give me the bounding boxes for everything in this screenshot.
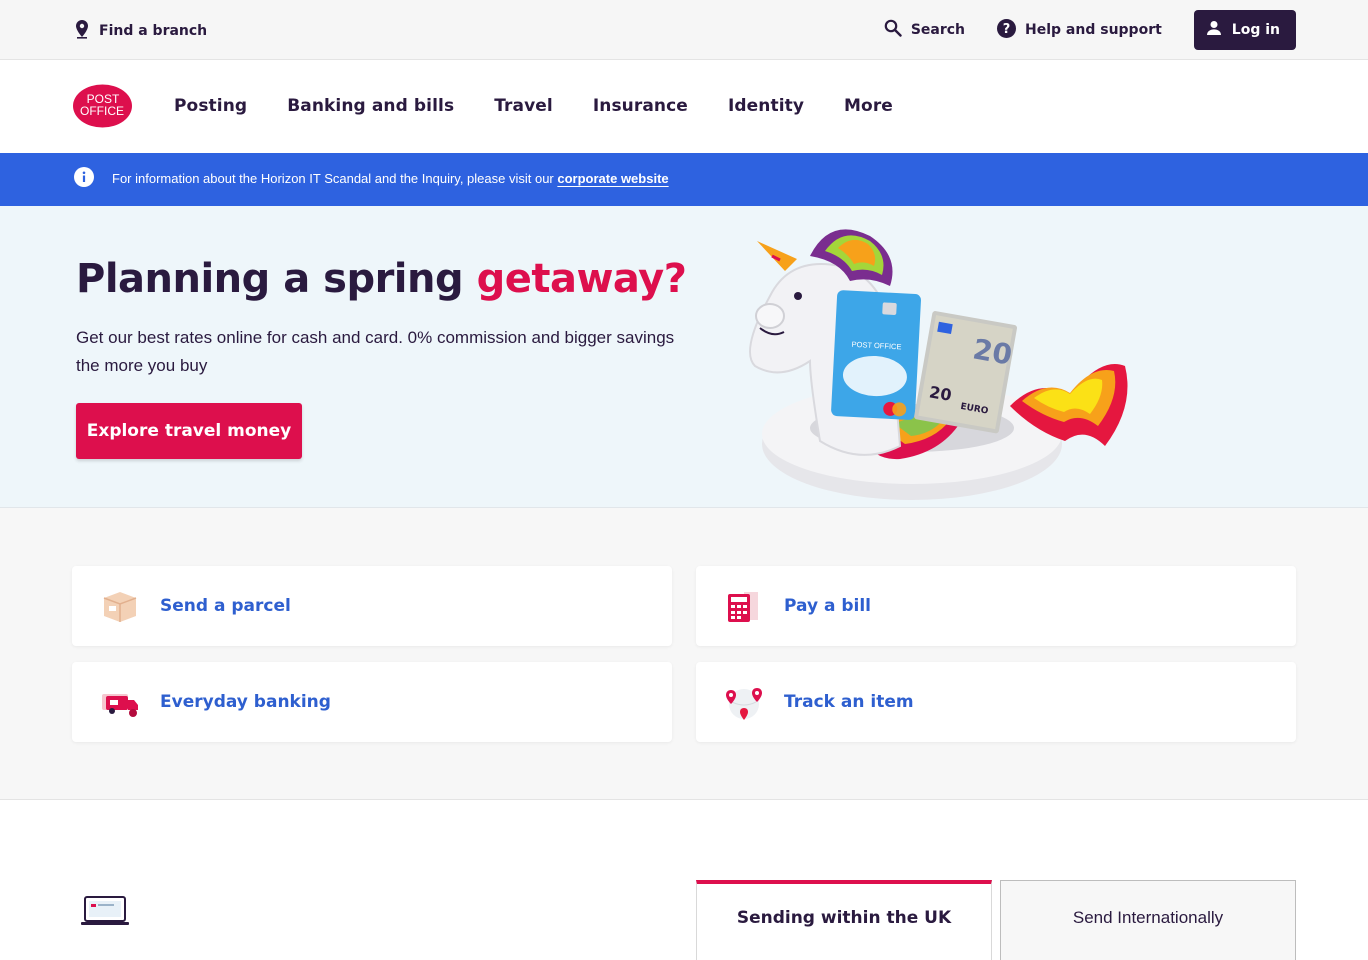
track-item-card[interactable]: Track an item xyxy=(696,662,1296,742)
main-navigation: POST OFFICE Posting Banking and bills Tr… xyxy=(0,60,1368,153)
help-label: Help and support xyxy=(1025,22,1162,38)
search-link[interactable]: Search xyxy=(884,19,965,41)
corporate-website-link[interactable]: corporate website xyxy=(557,171,668,186)
quick-links-section: Send a parcel Pay a bill Everyday bankin… xyxy=(0,508,1368,800)
note-small-value-text: 20 xyxy=(928,382,953,405)
track-item-label: Track an item xyxy=(784,692,914,712)
send-parcel-card[interactable]: Send a parcel xyxy=(72,566,672,646)
tab-send-internationally[interactable]: Send Internationally xyxy=(1000,880,1296,960)
banner-text: For information about the Horizon IT Sca… xyxy=(112,171,669,186)
nav-list: Posting Banking and bills Travel Insuran… xyxy=(174,96,893,116)
laptop-icon xyxy=(80,895,130,933)
help-support-link[interactable]: ? Help and support xyxy=(997,18,1162,42)
pay-bill-label: Pay a bill xyxy=(784,596,871,616)
hero-title-accent: getaway? xyxy=(476,256,687,302)
svg-text:?: ? xyxy=(1003,22,1011,37)
everyday-banking-label: Everyday banking xyxy=(160,692,331,712)
info-icon xyxy=(74,167,94,191)
post-office-logo[interactable]: POST OFFICE xyxy=(73,84,132,128)
log-in-label: Log in xyxy=(1231,22,1280,38)
posting-section: Sending within the UK Send International… xyxy=(0,800,1368,960)
note-value-text: 20 xyxy=(970,332,1014,371)
nav-item-insurance[interactable]: Insurance xyxy=(593,96,688,116)
unicorn-float-illustration: POST OFFICE 20 20 EURO xyxy=(730,216,1140,507)
user-icon xyxy=(1206,20,1222,40)
nav-item-posting[interactable]: Posting xyxy=(174,96,247,116)
tab-sending-within-uk[interactable]: Sending within the UK xyxy=(696,880,992,960)
banking-van-icon xyxy=(100,682,140,722)
search-label: Search xyxy=(910,22,966,38)
nav-item-identity[interactable]: Identity xyxy=(728,96,804,116)
everyday-banking-card[interactable]: Everyday banking xyxy=(72,662,672,742)
find-branch-link[interactable]: Find a branch xyxy=(74,19,207,43)
info-banner: For information about the Horizon IT Sca… xyxy=(0,153,1368,206)
explore-travel-money-button[interactable]: Explore travel money xyxy=(76,403,302,459)
pay-bill-card[interactable]: Pay a bill xyxy=(696,566,1296,646)
send-parcel-label: Send a parcel xyxy=(160,596,291,616)
utility-bar: Find a branch Search ? Help and support … xyxy=(0,0,1368,60)
hero-body: Get our best rates online for cash and c… xyxy=(76,328,675,375)
log-in-button[interactable]: Log in xyxy=(1193,10,1296,50)
parcel-icon xyxy=(100,586,140,626)
location-pin-icon xyxy=(74,19,90,43)
logo-line-2: OFFICE xyxy=(80,104,124,118)
help-icon: ? xyxy=(997,18,1017,42)
nav-item-travel[interactable]: Travel xyxy=(494,96,553,116)
nav-item-more[interactable]: More xyxy=(844,96,893,116)
find-branch-label: Find a branch xyxy=(99,23,208,39)
hero-title-main: Planning a spring xyxy=(76,256,477,302)
search-icon xyxy=(884,19,902,41)
nav-item-banking-bills[interactable]: Banking and bills xyxy=(287,96,454,116)
map-pin-globe-icon xyxy=(724,682,764,722)
banner-message: For information about the Horizon IT Sca… xyxy=(112,171,558,186)
calculator-bill-icon xyxy=(724,586,764,626)
hero-title: Planning a spring getaway? xyxy=(76,256,687,302)
hero-section: Planning a spring getaway? Get our best … xyxy=(0,206,1368,508)
